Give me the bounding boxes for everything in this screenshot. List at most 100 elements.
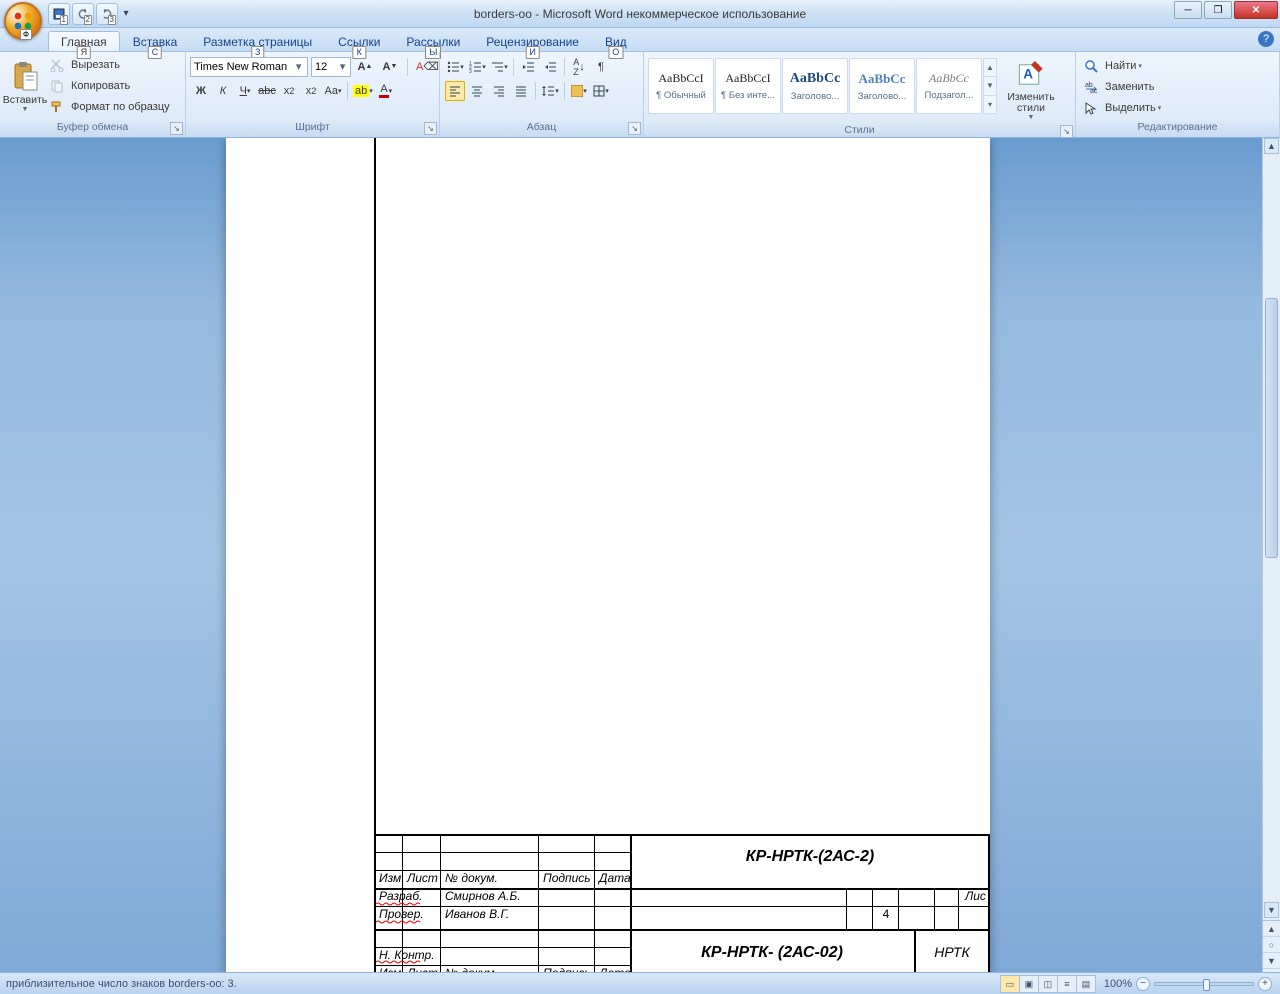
view-buttons: ▭ ▣ ◫ ≡ ▤ [1001, 975, 1096, 993]
zoom-in-button[interactable]: + [1258, 977, 1272, 991]
grow-font-button[interactable]: A▲ [355, 57, 375, 77]
strikethrough-button[interactable]: abc [257, 81, 277, 101]
style-no-spacing[interactable]: AaBbCcI¶ Без инте... [715, 58, 781, 114]
italic-button[interactable]: К [213, 81, 233, 101]
style-subtitle[interactable]: AaBbCcПодзагол... [916, 58, 982, 114]
change-case-button[interactable]: Aa▾ [323, 81, 343, 101]
group-font: ▾ ▾ A▲ A▼ A⌫ Ж К Ч▾ abc x2 x2 Aa▾ ab▾ A▾… [186, 52, 440, 137]
qat-save[interactable]: 1 [48, 3, 70, 25]
tab-home[interactable]: ГлавнаяЯ [48, 31, 120, 51]
minimize-button[interactable]: ─ [1174, 1, 1202, 19]
close-button[interactable]: ✕ [1234, 1, 1278, 19]
bullets-button[interactable]: ▾ [445, 57, 465, 77]
align-right-button[interactable] [489, 81, 509, 101]
zoom-out-button[interactable]: − [1136, 977, 1150, 991]
svg-text:A: A [1023, 66, 1033, 81]
font-color-button[interactable]: A▾ [376, 81, 396, 101]
tab-insert[interactable]: ВставкаС [120, 31, 191, 51]
scroll-down-button[interactable]: ▼ [1264, 902, 1279, 918]
group-paragraph: ▾ 123▾ ▾ AZ↓ ¶ ▾ ▾ ▾ Абз [440, 52, 644, 137]
tab-view[interactable]: ВидО [592, 31, 640, 51]
styles-launcher[interactable]: ↘ [1060, 125, 1073, 138]
underline-button[interactable]: Ч▾ [235, 81, 255, 101]
view-outline[interactable]: ≡ [1057, 975, 1077, 993]
vertical-scrollbar[interactable]: ▲ ▼ ▲ ○ ▼ [1262, 138, 1280, 972]
view-print-layout[interactable]: ▭ [1000, 975, 1020, 993]
style-heading2[interactable]: AaBbCcЗаголово... [849, 58, 915, 114]
paragraph-launcher[interactable]: ↘ [628, 122, 641, 135]
zoom-label[interactable]: 100% [1104, 978, 1132, 990]
tab-page-layout[interactable]: Разметка страницыЗ [190, 31, 325, 51]
select-browse-object[interactable]: ○ [1263, 937, 1280, 953]
justify-button[interactable] [511, 81, 531, 101]
qat-redo[interactable]: 3 [96, 3, 118, 25]
format-painter-button[interactable] [47, 97, 67, 117]
shrink-font-button[interactable]: A▼ [380, 57, 400, 77]
select-button[interactable] [1081, 98, 1101, 118]
title-block: Изм. Лист № докум. Подпись Дата Разраб. … [374, 834, 990, 972]
view-full-screen[interactable]: ▣ [1019, 975, 1039, 993]
qat-undo[interactable]: 2 [72, 3, 94, 25]
style-normal[interactable]: AaBbCcI¶ Обычный [648, 58, 714, 114]
align-left-button[interactable] [445, 81, 465, 101]
paste-button[interactable]: Вставить ▼ [4, 54, 46, 118]
view-web[interactable]: ◫ [1038, 975, 1058, 993]
clipboard-launcher[interactable]: ↘ [170, 122, 183, 135]
borders-button[interactable]: ▾ [591, 81, 611, 101]
superscript-button[interactable]: x2 [301, 81, 321, 101]
scroll-up-button[interactable]: ▲ [1264, 138, 1279, 154]
font-size-combo[interactable]: ▾ [311, 57, 351, 77]
scrollbar-thumb[interactable] [1265, 298, 1278, 558]
next-page-button[interactable]: ▼ [1263, 953, 1280, 969]
line-spacing-button[interactable]: ▾ [540, 81, 560, 101]
document-area[interactable]: Изм. Лист № докум. Подпись Дата Разраб. … [0, 138, 1280, 972]
subscript-button[interactable]: x2 [279, 81, 299, 101]
tab-mailings[interactable]: РассылкиЫ [393, 31, 473, 51]
style-heading1[interactable]: AaBbCcЗаголово... [782, 58, 848, 114]
font-launcher[interactable]: ↘ [424, 122, 437, 135]
quick-access-toolbar: 1 2 3 ▾ [48, 3, 134, 25]
help-button[interactable]: ? [1258, 31, 1274, 47]
ribbon-tabs: ГлавнаяЯ ВставкаС Разметка страницыЗ Ссы… [0, 28, 1280, 52]
document-page[interactable]: Изм. Лист № докум. Подпись Дата Разраб. … [226, 138, 990, 972]
svg-text:ac: ac [1090, 88, 1098, 94]
increase-indent-button[interactable] [540, 57, 560, 77]
clear-formatting-button[interactable]: A⌫ [415, 57, 440, 77]
find-button[interactable] [1081, 56, 1101, 76]
tab-references[interactable]: СсылкиК [325, 31, 393, 51]
sort-button[interactable]: AZ↓ [569, 57, 589, 77]
zoom-controls: 100% − + [1104, 977, 1272, 991]
numbering-button[interactable]: 123▾ [467, 57, 487, 77]
decrease-indent-button[interactable] [518, 57, 538, 77]
window-controls: ─ ❐ ✕ [1172, 1, 1278, 19]
tab-review[interactable]: РецензированиеИ [473, 31, 592, 51]
highlight-button[interactable]: ab▾ [352, 81, 374, 101]
replace-button[interactable]: abac [1081, 77, 1101, 97]
group-editing: Найти▾ abacЗаменить Выделить▾ Редактиров… [1076, 52, 1280, 137]
group-clipboard: Вставить ▼ Вырезать Копировать Формат по… [0, 52, 186, 137]
multilevel-button[interactable]: ▾ [489, 57, 509, 77]
browse-object-controls: ▲ ○ ▼ [1263, 920, 1280, 972]
group-styles: AaBbCcI¶ Обычный AaBbCcI¶ Без инте... Aa… [644, 52, 1076, 137]
cut-button[interactable] [47, 55, 67, 75]
font-name-combo[interactable]: ▾ [190, 57, 308, 77]
bold-button[interactable]: Ж [191, 81, 211, 101]
maximize-button[interactable]: ❐ [1204, 1, 1232, 19]
status-text: приблизительное число знаков borders-oo:… [0, 978, 1001, 990]
shading-button[interactable]: ▾ [569, 81, 589, 101]
qat-customize[interactable]: ▾ [120, 3, 132, 25]
change-styles-button[interactable]: A Изменить стили ▼ [1003, 58, 1059, 122]
view-draft[interactable]: ▤ [1076, 975, 1096, 993]
align-center-button[interactable] [467, 81, 487, 101]
office-button[interactable]: Ф [4, 2, 42, 40]
style-gallery-more[interactable]: ▲▼▾ [983, 58, 997, 114]
status-bar: приблизительное число знаков borders-oo:… [0, 972, 1280, 994]
zoom-slider-knob[interactable] [1203, 979, 1210, 991]
prev-page-button[interactable]: ▲ [1263, 921, 1280, 937]
show-marks-button[interactable]: ¶ [591, 57, 611, 77]
svg-text:3: 3 [469, 69, 472, 74]
ribbon: Вставить ▼ Вырезать Копировать Формат по… [0, 52, 1280, 138]
zoom-slider[interactable] [1154, 982, 1254, 986]
copy-button[interactable] [47, 76, 67, 96]
window-title: borders-oo - Microsoft Word некоммерческ… [474, 7, 806, 21]
